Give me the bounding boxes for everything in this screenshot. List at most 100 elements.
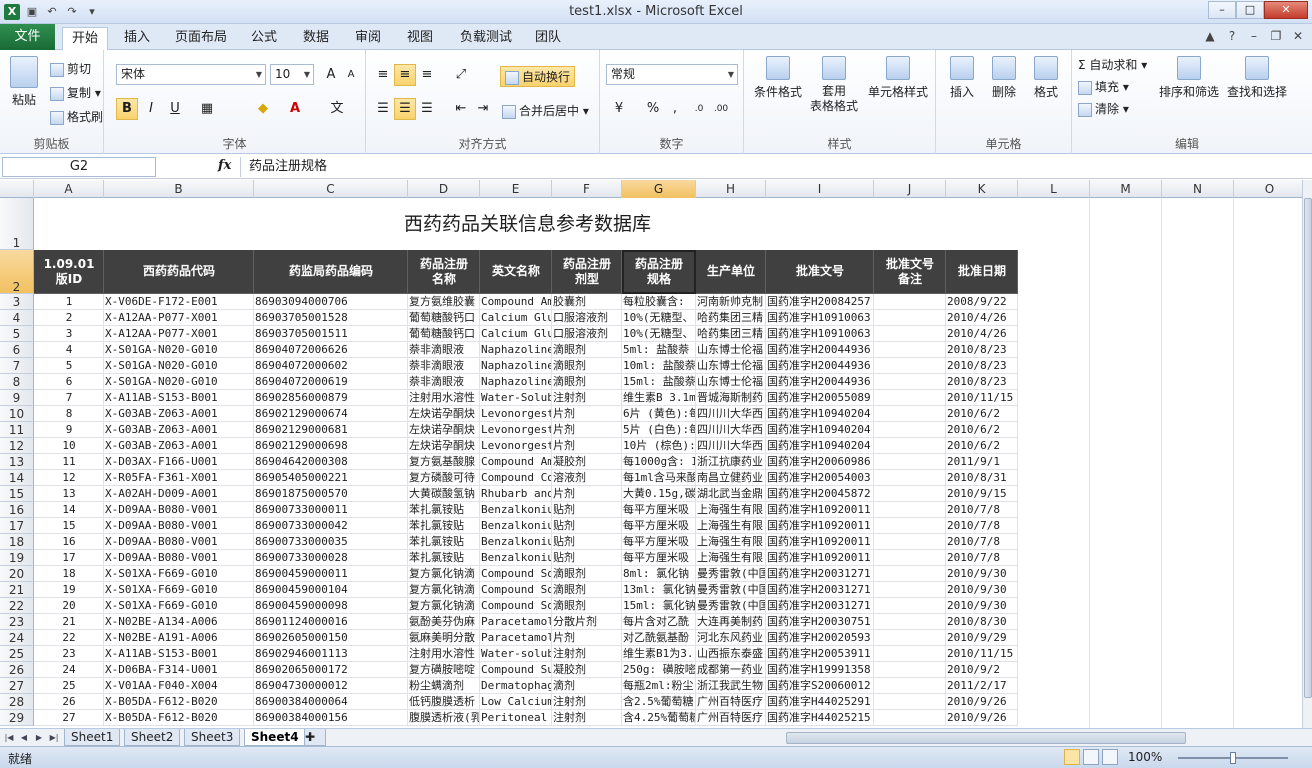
table-cell[interactable] (874, 710, 946, 726)
formula-input[interactable]: 药品注册规格 (240, 157, 1302, 177)
table-cell[interactable]: 2010/9/30 (946, 582, 1018, 598)
table-cell[interactable]: X-A12AA-P077-X001 (104, 326, 254, 342)
table-cell[interactable]: 27 (34, 710, 104, 726)
table-cell[interactable]: X-N02BE-A134-A006 (104, 614, 254, 630)
table-cell[interactable]: 国药准字H20030751 (766, 614, 874, 630)
table-cell[interactable]: 22 (34, 630, 104, 646)
table-cell[interactable]: 滴眼剂 (552, 342, 622, 358)
table-cell[interactable]: X-G03AB-Z063-A001 (104, 438, 254, 454)
table-cell[interactable]: 曼秀雷敦(中国 (696, 582, 766, 598)
table-cell[interactable]: X-D09AA-B080-V001 (104, 550, 254, 566)
table-cell[interactable] (874, 390, 946, 406)
table-cell[interactable]: X-B05DA-F612-B020 (104, 710, 254, 726)
table-cell[interactable] (874, 598, 946, 614)
increase-indent-icon[interactable]: ⇥ (472, 98, 494, 120)
table-cell[interactable]: 86900733000011 (254, 502, 408, 518)
table-cell[interactable]: 2010/7/8 (946, 550, 1018, 566)
table-cell[interactable]: 晋城海斯制药 (696, 390, 766, 406)
table-cell[interactable]: 复方磷酸可待 (408, 470, 480, 486)
table-cell[interactable]: 注射用水溶性 (408, 390, 480, 406)
table-cell[interactable]: 13ml: 氯化钠 (622, 582, 696, 598)
table-cell[interactable]: 上海强生有限 (696, 550, 766, 566)
table-cell[interactable]: 哈药集团三精 (696, 326, 766, 342)
table-cell[interactable]: Compound Sod (480, 582, 552, 598)
table-cell[interactable]: 国药准字H10910063 (766, 326, 874, 342)
table-cell[interactable]: X-S01XA-F669-G010 (104, 598, 254, 614)
table-cell[interactable]: 苯扎氯铵贴 (408, 502, 480, 518)
table-cell[interactable]: 国药准字H10940204 (766, 406, 874, 422)
table-cell[interactable]: X-N02BE-A191-A006 (104, 630, 254, 646)
table-cell[interactable] (874, 678, 946, 694)
table-cell[interactable]: Levonorgestr (480, 438, 552, 454)
table-cell[interactable]: 2010/7/8 (946, 502, 1018, 518)
table-cell[interactable]: Naphazoline (480, 358, 552, 374)
column-header-e[interactable]: E (480, 180, 552, 198)
table-cell[interactable] (874, 486, 946, 502)
table-cell[interactable] (874, 454, 946, 470)
sheet-tab[interactable]: Sheet1 (64, 729, 121, 746)
table-cell[interactable]: 2010/4/26 (946, 326, 1018, 342)
table-cell[interactable]: 国药准字H20060986 (766, 454, 874, 470)
table-cell[interactable]: X-D09AA-B080-V001 (104, 518, 254, 534)
table-cell[interactable]: X-S01XA-F669-G010 (104, 566, 254, 582)
table-cell[interactable] (874, 566, 946, 582)
table-cell[interactable]: 片剂 (552, 438, 622, 454)
horizontal-scrollbar[interactable] (770, 731, 1300, 745)
table-cell[interactable]: 凝胶剂 (552, 454, 622, 470)
table-cell[interactable]: X-B05DA-F612-B020 (104, 694, 254, 710)
row-header[interactable]: 1 (0, 198, 34, 250)
row-header[interactable]: 12 (0, 438, 34, 454)
row-header[interactable]: 27 (0, 678, 34, 694)
table-cell[interactable]: 18 (34, 566, 104, 582)
table-cell[interactable]: 12 (34, 470, 104, 486)
table-cell[interactable]: Naphazoline (480, 374, 552, 390)
table-cell[interactable]: 2010/9/26 (946, 694, 1018, 710)
table-cell[interactable]: 氨酚美芬伪麻 (408, 614, 480, 630)
paste-button[interactable]: 粘贴 (6, 56, 42, 108)
align-top-icon[interactable]: ≡ (372, 64, 394, 86)
format-cells-button[interactable]: 格式 (1026, 56, 1066, 100)
table-cell[interactable]: 苯扎氯铵贴 (408, 518, 480, 534)
table-cell[interactable]: X-A11AB-S153-B001 (104, 390, 254, 406)
table-cell[interactable]: 曼秀雷敦(中国 (696, 598, 766, 614)
table-cell[interactable]: 国药准字H20031271 (766, 582, 874, 598)
table-cell[interactable]: 2010/6/2 (946, 422, 1018, 438)
align-middle-icon[interactable]: ≡ (394, 64, 416, 86)
tab-load-test[interactable]: 负载测试 (452, 27, 520, 50)
table-cell[interactable]: X-A02AH-D009-A001 (104, 486, 254, 502)
column-header-i[interactable]: I (766, 180, 874, 198)
table-cell[interactable]: X-D06BA-F314-U001 (104, 662, 254, 678)
shrink-font-button[interactable]: A (340, 64, 362, 86)
table-cell[interactable]: 25 (34, 678, 104, 694)
table-cell[interactable]: 国药准字H10920011 (766, 550, 874, 566)
table-cell[interactable]: 注射剂 (552, 646, 622, 662)
tab-review[interactable]: 审阅 (348, 27, 388, 50)
row-header[interactable]: 21 (0, 582, 34, 598)
table-cell[interactable]: 对乙酰氨基酚 (622, 630, 696, 646)
tab-formulas[interactable]: 公式 (244, 27, 284, 50)
header-cell[interactable]: 批准文号 备注 (874, 250, 946, 294)
table-cell[interactable]: X-S01XA-F669-G010 (104, 582, 254, 598)
table-cell[interactable]: 86904642000308 (254, 454, 408, 470)
table-cell[interactable]: 2011/9/1 (946, 454, 1018, 470)
table-cell[interactable]: 8ml: 氯化钠 (622, 566, 696, 582)
table-cell[interactable]: 国药准字H20020593 (766, 630, 874, 646)
header-cell[interactable]: 西药药品代码 (104, 250, 254, 294)
table-cell[interactable] (874, 358, 946, 374)
table-cell[interactable]: Water-solubl (480, 646, 552, 662)
table-cell[interactable]: 每平方厘米吸 (622, 518, 696, 534)
table-cell[interactable]: 滴剂 (552, 678, 622, 694)
table-cell[interactable]: 分散片剂 (552, 614, 622, 630)
increase-decimal-icon[interactable]: .0 (688, 98, 710, 120)
table-cell[interactable]: 低钙腹膜透析 (408, 694, 480, 710)
table-cell[interactable]: 2010/8/31 (946, 470, 1018, 486)
table-cell[interactable]: 10ml: 盐酸萘 (622, 358, 696, 374)
table-cell[interactable]: Low Calcium (480, 694, 552, 710)
table-cell[interactable]: 片剂 (552, 422, 622, 438)
table-cell[interactable]: 26 (34, 694, 104, 710)
table-cell[interactable]: 2010/8/23 (946, 374, 1018, 390)
table-cell[interactable]: 国药准字H10910063 (766, 310, 874, 326)
header-cell[interactable]: 英文名称 (480, 250, 552, 294)
conditional-format-button[interactable]: 条件格式 (750, 56, 806, 100)
table-cell[interactable]: X-V01AA-F040-X004 (104, 678, 254, 694)
